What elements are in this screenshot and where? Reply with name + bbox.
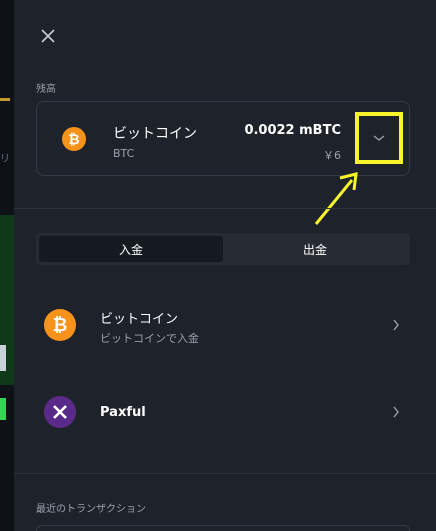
balance-card: ₿ ビットコイン BTC 0.0022 mBTC ￥6: [36, 101, 410, 176]
method-subtitle: ビットコインで入金: [100, 332, 199, 345]
paxful-icon: [44, 396, 76, 428]
background-letter-e: [0, 345, 6, 371]
recent-transactions-box: [36, 525, 410, 531]
balance-section-label: 残高: [36, 84, 56, 95]
method-title: ビットコイン: [100, 312, 179, 327]
tab-deposit[interactable]: 入金: [39, 236, 223, 262]
method-item-bitcoin[interactable]: ₿ ビットコイン ビットコインで入金: [36, 296, 410, 356]
divider: [14, 208, 436, 209]
currency-dropdown-button[interactable]: [355, 112, 403, 164]
wallet-panel: 残高 ₿ ビットコイン BTC 0.0022 mBTC ￥6 入金 出金 ₿ ビ…: [14, 0, 436, 531]
balance-coin-name: ビットコイン: [113, 126, 197, 142]
bitcoin-icon: ₿: [62, 127, 86, 151]
bitcoin-icon: ₿: [44, 309, 76, 341]
close-icon: [41, 29, 55, 43]
background-glyph: リ: [0, 154, 10, 165]
chevron-down-icon: [373, 135, 385, 141]
tab-withdraw[interactable]: 出金: [223, 236, 407, 262]
chevron-right-icon: [393, 319, 399, 331]
balance-amount: 0.0022 mBTC: [244, 123, 341, 138]
background-page: リ: [0, 0, 14, 531]
recent-transactions-label: 最近のトランザクション: [36, 504, 146, 515]
method-title: Paxful: [100, 405, 146, 420]
deposit-withdraw-tabs: 入金 出金: [36, 233, 410, 265]
close-button[interactable]: [38, 26, 58, 46]
annotation-arrow: [314, 172, 358, 225]
divider: [14, 473, 436, 474]
balance-ticker: BTC: [113, 147, 135, 160]
background-green-letter-e: [0, 398, 6, 420]
chevron-right-icon: [393, 406, 399, 418]
balance-fiat-value: ￥6: [323, 149, 341, 162]
background-accent: [0, 98, 10, 101]
method-item-paxful[interactable]: Paxful: [36, 383, 410, 443]
